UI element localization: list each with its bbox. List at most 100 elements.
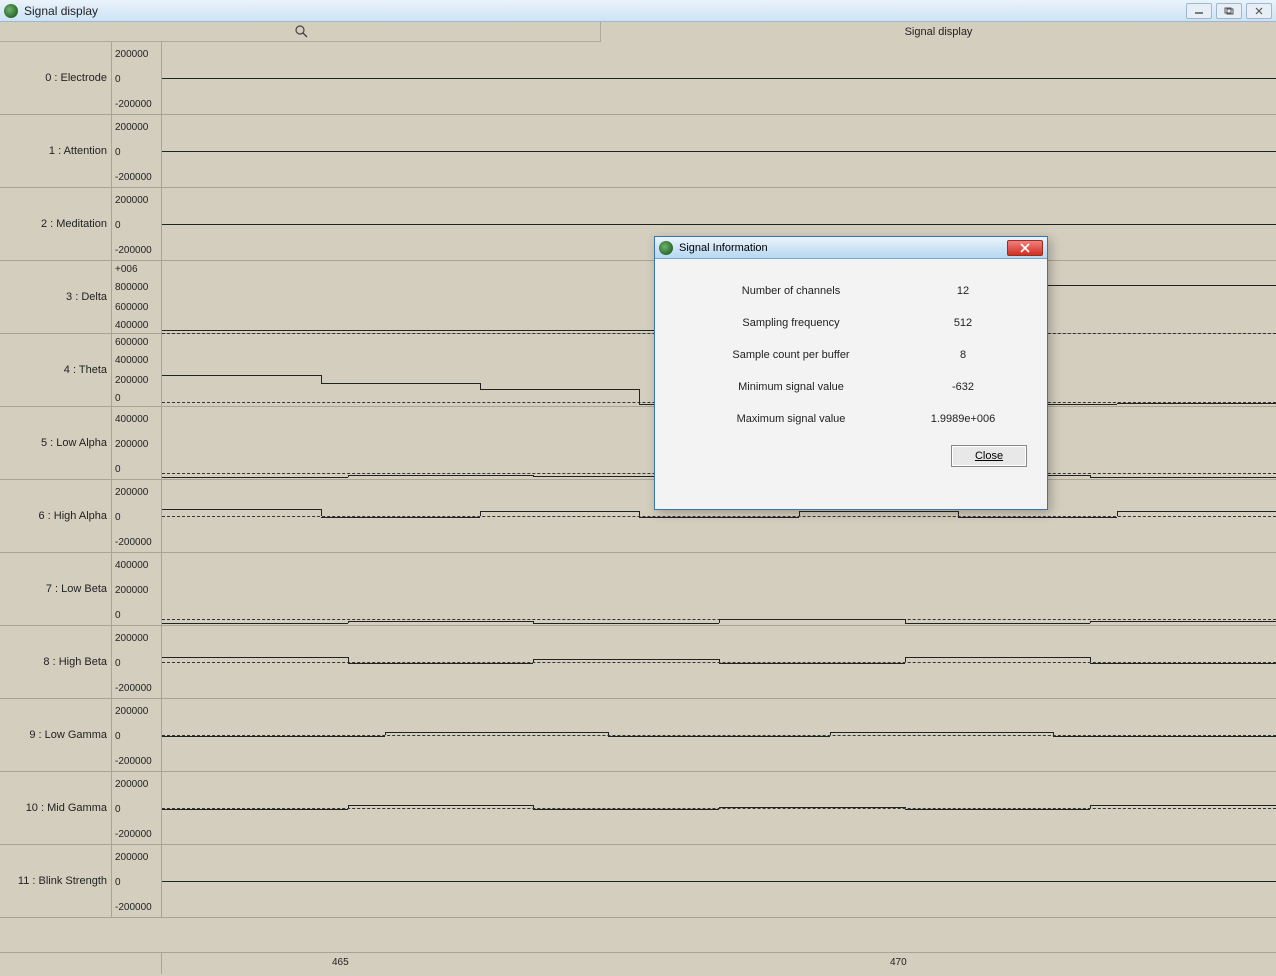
y-tick: 600000	[115, 303, 148, 313]
y-tick: 0	[115, 513, 121, 523]
signal-row: 4 : Theta600000 400000 200000 0	[0, 334, 1276, 407]
channel-label: 4 : Theta	[0, 334, 112, 406]
minimize-button[interactable]	[1186, 3, 1212, 19]
y-tick: 200000	[115, 196, 148, 206]
y-tick: 200000	[115, 634, 148, 644]
signal-row: 8 : High Beta2000000-200000	[0, 626, 1276, 699]
y-tick: 200000	[115, 780, 148, 790]
y-tick: 200000	[115, 707, 148, 717]
channel-label: 11 : Blink Strength	[0, 845, 112, 917]
y-tick: 400000	[115, 356, 148, 366]
y-tick: 0	[115, 611, 121, 621]
y-tick: 0	[115, 878, 121, 888]
dialog-close-button[interactable]: Close	[951, 445, 1027, 467]
signal-row: 10 : Mid Gamma2000000-200000	[0, 772, 1276, 845]
channel-label: 7 : Low Beta	[0, 553, 112, 625]
signal-row: 6 : High Alpha2000000-200000	[0, 480, 1276, 553]
header-label: Signal display	[600, 22, 1276, 42]
close-button-label: Close	[975, 450, 1003, 462]
y-ticks: 400000 200000 0	[112, 407, 162, 479]
plot-area[interactable]	[162, 845, 1276, 917]
y-tick: -200000	[115, 757, 152, 767]
info-row: Sample count per buffer8	[679, 339, 1023, 371]
y-tick: 800000	[115, 283, 148, 293]
y-ticks: 2000000-200000	[112, 115, 162, 187]
signal-row: 2 : Meditation200000 0 -200000	[0, 188, 1276, 261]
app-icon	[4, 4, 18, 18]
y-ticks: 200000 0 -200000	[112, 845, 162, 917]
y-tick: -200000	[115, 246, 152, 256]
signal-row: 1 : Attention2000000-200000	[0, 115, 1276, 188]
y-ticks: 200000 0 -200000	[112, 699, 162, 771]
y-ticks: 2000000-200000	[112, 626, 162, 698]
y-ticks: +006 800000 600000 400000	[112, 261, 162, 333]
y-tick: -200000	[115, 830, 152, 840]
signal-row: 11 : Blink Strength200000 0 -200000	[0, 845, 1276, 918]
signal-row: 0 : Electrode2000000-200000	[0, 42, 1276, 115]
info-value: -632	[903, 381, 1023, 393]
dialog-titlebar[interactable]: Signal Information	[655, 237, 1047, 259]
info-label: Sample count per buffer	[679, 349, 903, 361]
info-value: 1.9989e+006	[903, 413, 1023, 425]
y-tick: 0	[115, 148, 121, 158]
info-label: Sampling frequency	[679, 317, 903, 329]
info-value: 8	[903, 349, 1023, 361]
header-label-text: Signal display	[905, 26, 973, 38]
y-tick: 600000	[115, 338, 148, 348]
channel-label: 9 : Low Gamma	[0, 699, 112, 771]
plot-area[interactable]	[162, 115, 1276, 187]
y-tick: 0	[115, 465, 121, 475]
channel-label: 8 : High Beta	[0, 626, 112, 698]
y-tick: 0	[115, 732, 121, 742]
plot-area[interactable]	[162, 553, 1276, 625]
y-ticks: 600000 400000 200000 0	[112, 334, 162, 406]
info-row: Minimum signal value-632	[679, 371, 1023, 403]
signal-rows: 0 : Electrode2000000-2000001 : Attention…	[0, 42, 1276, 952]
info-row: Maximum signal value1.9989e+006	[679, 403, 1023, 435]
y-tick: -200000	[115, 100, 152, 110]
close-button[interactable]	[1246, 3, 1272, 19]
x-tick: 470	[890, 957, 907, 968]
y-tick: 400000	[115, 561, 148, 571]
signal-row: 9 : Low Gamma200000 0 -200000	[0, 699, 1276, 772]
y-tick: 0	[115, 221, 121, 231]
channel-label: 0 : Electrode	[0, 42, 112, 114]
plot-area[interactable]	[162, 699, 1276, 771]
window-title: Signal display	[24, 4, 98, 18]
channel-label: 1 : Attention	[0, 115, 112, 187]
y-ticks: 2000000-200000	[112, 772, 162, 844]
y-tick: +006	[115, 265, 138, 275]
channel-label: 5 : Low Alpha	[0, 407, 112, 479]
y-tick: 400000	[115, 321, 148, 331]
channel-label: 3 : Delta	[0, 261, 112, 333]
y-tick: 200000	[115, 853, 148, 863]
magnifier-icon[interactable]	[294, 24, 308, 38]
channel-label: 2 : Meditation	[0, 188, 112, 260]
y-tick: 200000	[115, 123, 148, 133]
main-window-titlebar: Signal display	[0, 0, 1276, 22]
y-tick: 0	[115, 659, 121, 669]
maximize-button[interactable]	[1216, 3, 1242, 19]
info-label: Number of channels	[679, 285, 903, 297]
y-ticks: 2000000-200000	[112, 42, 162, 114]
info-row: Sampling frequency512	[679, 307, 1023, 339]
y-tick: -200000	[115, 903, 152, 913]
y-tick: 200000	[115, 440, 148, 450]
plot-area[interactable]	[162, 42, 1276, 114]
plot-area[interactable]	[162, 626, 1276, 698]
y-tick: 200000	[115, 50, 148, 60]
info-row: Number of channels12	[679, 275, 1023, 307]
y-tick: 200000	[115, 376, 148, 386]
app-icon	[659, 241, 673, 255]
toolbar: Signal display	[0, 22, 1276, 42]
plot-area[interactable]	[162, 772, 1276, 844]
y-tick: 200000	[115, 586, 148, 596]
y-tick: 0	[115, 394, 121, 404]
channel-label: 6 : High Alpha	[0, 480, 112, 552]
dialog-body: Number of channels12Sampling frequency51…	[655, 259, 1047, 445]
info-value: 512	[903, 317, 1023, 329]
dialog-close-x[interactable]	[1007, 240, 1043, 256]
signal-info-dialog: Signal Information Number of channels12S…	[654, 236, 1048, 510]
y-tick: 200000	[115, 488, 148, 498]
y-tick: 400000	[115, 415, 148, 425]
